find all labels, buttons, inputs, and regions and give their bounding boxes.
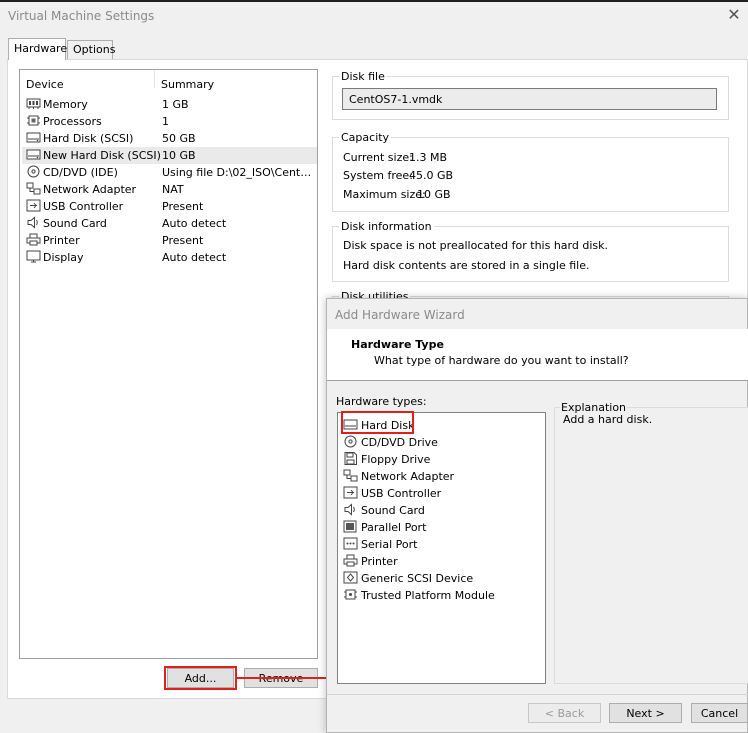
hardware-type-label: Generic SCSI Device [361,572,474,585]
device-summary: 10 GB [162,149,196,162]
system-free-value: 45.0 GB [409,169,454,182]
hard-disk-icon [26,131,41,144]
device-name: Printer [43,234,80,247]
wizard-separator [327,694,748,695]
hardware-type-label: Serial Port [361,538,418,551]
memory-icon [26,97,41,110]
device-row-network-adapter[interactable]: Network Adapter NAT [22,181,317,198]
device-summary: 50 GB [162,132,196,145]
disk-info-line-1: Disk space is not preallocated for this … [343,239,608,252]
cd-dvd-icon [343,435,358,448]
device-row-memory[interactable]: Memory 1 GB [22,96,317,113]
parallel-port-icon [343,520,358,533]
current-size-value: 1.3 MB [409,151,448,164]
column-header-device[interactable]: Device [26,78,64,91]
group-label: Disk file [339,70,387,83]
capacity-group: Capacity Current size: 1.3 MB System fre… [332,131,729,212]
device-summary: Present [162,234,204,247]
printer-icon [26,233,41,246]
scsi-device-icon [343,571,358,584]
hardware-type-label: Network Adapter [361,470,455,483]
maximum-size-label: Maximum size: [343,188,426,201]
close-icon[interactable]: ✕ [724,5,744,25]
current-size-label: Current size: [343,151,413,164]
device-row-usb-controller[interactable]: USB Controller Present [22,198,317,215]
device-summary: Auto detect [162,251,227,264]
wizard-heading: Hardware Type [351,338,444,351]
device-summary: 1 GB [162,98,189,111]
maximum-size-value: 10 GB [417,188,451,201]
wizard-title: Add Hardware Wizard [335,308,465,322]
network-adapter-icon [26,182,41,195]
group-label: Disk information [339,220,434,233]
hardware-type-label: USB Controller [361,487,442,500]
next-button[interactable]: Next > [609,703,682,723]
hardware-type-label: Floppy Drive [361,453,431,466]
group-label: Capacity [339,131,392,144]
wizard-subheading: What type of hardware do you want to ins… [374,354,629,367]
serial-port-icon [343,537,358,550]
back-button[interactable]: < Back [528,703,601,723]
wizard-header: Hardware Type What type of hardware do y… [327,329,748,381]
device-summary: NAT [162,183,184,196]
usb-icon [343,486,358,499]
system-free-label: System free: [343,169,413,182]
display-icon [26,250,41,263]
device-summary: 1 [162,115,169,128]
device-name: Sound Card [43,217,107,230]
hardware-type-label: Printer [361,555,398,568]
hardware-type-label: Trusted Platform Module [361,589,495,602]
device-name: Processors [43,115,102,128]
cd-dvd-icon [26,165,41,178]
disk-information-group: Disk information Disk space is not preal… [332,220,729,282]
processor-icon [26,114,41,127]
device-name: Memory [43,98,88,111]
floppy-icon [343,452,358,465]
printer-icon [343,554,358,567]
column-header-summary[interactable]: Summary [161,78,214,91]
device-name: New Hard Disk (SCSI) [43,149,161,162]
window-title: Virtual Machine Settings [8,9,155,23]
device-list[interactable]: Device Summary Memory 1 GB Processors 1 … [19,69,318,659]
device-summary: Using file D:\02_ISO\CentOS-7-x86_64-DVD… [162,166,314,179]
hardware-types-list[interactable]: Hard Disk CD/DVD Drive Floppy Drive Netw… [337,412,546,684]
network-adapter-icon [343,469,358,482]
hardware-types-label: Hardware types: [336,395,427,408]
hard-disk-icon [26,148,41,161]
disk-info-line-2: Hard disk contents are stored in a singl… [343,259,590,272]
device-row-processors[interactable]: Processors 1 [22,113,317,130]
window-top-border [0,0,748,2]
column-divider[interactable] [154,70,155,88]
usb-icon [26,199,41,212]
device-row-new-hard-disk[interactable]: New Hard Disk (SCSI) 10 GB [22,147,317,164]
highlight-box-add [164,666,237,690]
disk-file-field[interactable]: CentOS7-1.vmdk [342,88,717,110]
highlight-box-hard-disk [341,411,414,434]
explanation-text: Add a hard disk. [563,413,653,426]
device-row-display[interactable]: Display Auto detect [22,249,317,266]
device-summary: Auto detect [162,217,227,230]
add-hardware-wizard: Add Hardware Wizard Hardware Type What t… [326,298,748,733]
sound-icon [26,216,41,229]
tab-options[interactable]: Options [67,40,115,59]
device-row-printer[interactable]: Printer Present [22,232,317,249]
device-row-cd-dvd[interactable]: CD/DVD (IDE) Using file D:\02_ISO\CentOS… [22,164,317,181]
hardware-type-label: Sound Card [361,504,425,517]
device-name: Hard Disk (SCSI) [43,132,134,145]
hardware-type-label: CD/DVD Drive [361,436,438,449]
cancel-button[interactable]: Cancel [691,703,748,723]
device-summary: Present [162,200,204,213]
device-name: CD/DVD (IDE) [43,166,118,179]
tab-hardware[interactable]: Hardware [8,38,67,60]
device-row-sound-card[interactable]: Sound Card Auto detect [22,215,317,232]
tpm-icon [343,588,358,601]
sound-icon [343,503,358,516]
device-name: USB Controller [43,200,124,213]
explanation-group: Explanation Add a hard disk. [554,401,748,684]
device-name: Display [43,251,84,264]
hardware-type-label: Parallel Port [361,521,427,534]
device-name: Network Adapter [43,183,137,196]
device-row-hard-disk[interactable]: Hard Disk (SCSI) 50 GB [22,130,317,147]
